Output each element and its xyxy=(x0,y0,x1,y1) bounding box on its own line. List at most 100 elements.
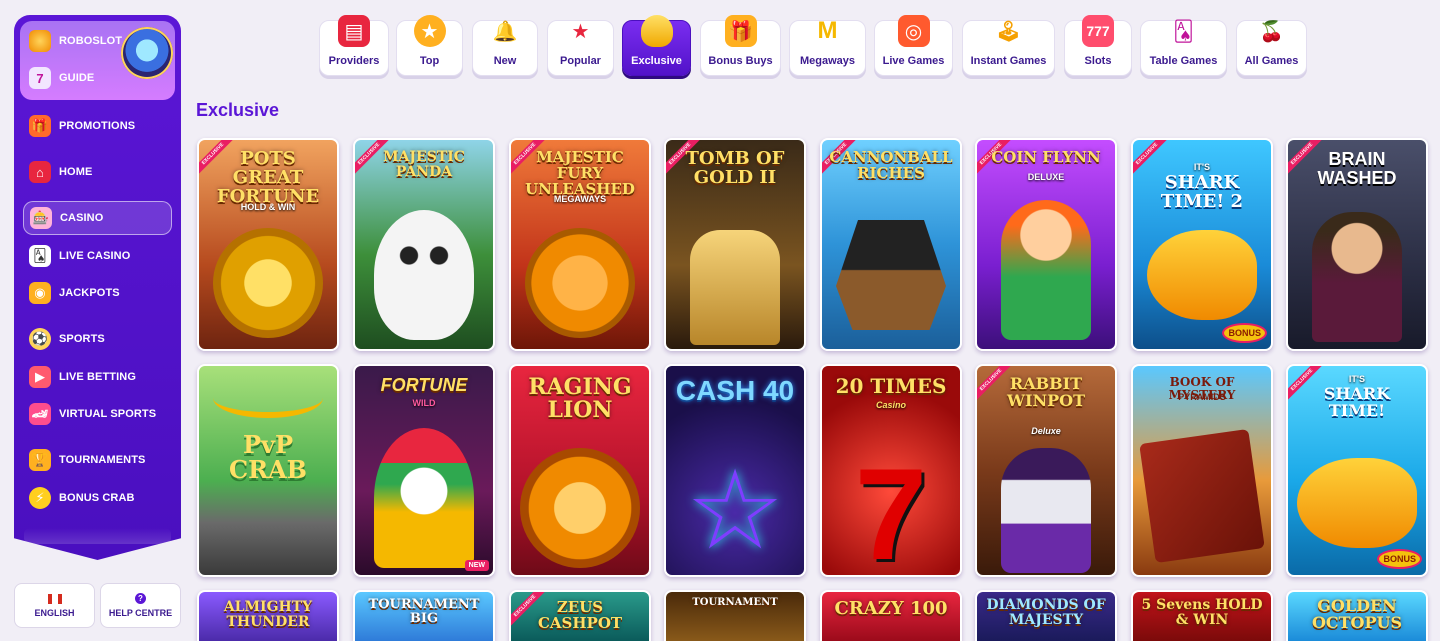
sidebar-item-promotions[interactable]: 🎁 PROMOTIONS xyxy=(23,109,172,143)
tab-exclusive[interactable]: Exclusive xyxy=(622,15,691,76)
live-tv-icon: ▶ xyxy=(29,366,51,388)
sidebar-item-label: TOURNAMENTS xyxy=(59,454,146,466)
game-tile[interactable]: TOURNAMENT xyxy=(664,590,806,641)
sidebar-item-label: SPORTS xyxy=(59,333,105,345)
game-tile[interactable]: EXCLUSIVE ZEUS CASHPOT xyxy=(509,590,651,641)
game-title: PvP CRAB xyxy=(229,430,307,485)
home-icon: ⌂ xyxy=(29,161,51,183)
virtual-sports-icon: 🏎 xyxy=(29,403,51,425)
lion-coin-icon xyxy=(525,228,635,338)
sidebar-item-label: GUIDE xyxy=(59,72,95,84)
providers-icon: ▤ xyxy=(338,15,370,47)
tab-label: Popular xyxy=(560,55,601,67)
game-tile[interactable]: EXCLUSIVE BRAIN WASHED xyxy=(1286,138,1428,351)
game-tile[interactable]: FORTUNE WILD NEW xyxy=(353,364,495,577)
sidebar-item-roboslot[interactable]: ROBOSLOT xyxy=(23,24,172,58)
game-tile[interactable]: DIAMONDS OF MAJESTY xyxy=(975,590,1117,641)
game-tile[interactable]: GOLDEN OCTOPUS xyxy=(1286,590,1428,641)
game-tile[interactable]: TOURNAMENT BIG xyxy=(353,590,495,641)
tab-live-games[interactable]: ◎ Live Games xyxy=(874,15,953,76)
tab-all-games[interactable]: 🍒 All Games xyxy=(1236,20,1307,76)
tab-megaways[interactable]: M Megaways xyxy=(789,17,866,76)
game-tile[interactable]: PvP CRAB xyxy=(197,364,339,577)
sidebar-item-live-betting[interactable]: ▶ LIVE BETTING xyxy=(23,360,172,394)
game-tile[interactable]: EXCLUSIVE POTS GREAT FORTUNE HOLD & WIN xyxy=(197,138,339,351)
game-tile[interactable]: EXCLUSIVE RABBIT WINPOT Deluxe xyxy=(975,364,1117,577)
game-tile[interactable]: BOOK OF MYSTERY PYRAMIDS xyxy=(1131,364,1273,577)
sidebar-item-virtual-sports[interactable]: 🏎 VIRTUAL SPORTS xyxy=(23,397,172,431)
game-subtitle: WILD xyxy=(412,398,436,408)
megaways-icon: M xyxy=(817,17,838,44)
table-chips-icon: 🂡 xyxy=(1173,20,1194,43)
game-tile[interactable]: EXCLUSIVE TOMB OF GOLD II xyxy=(664,138,806,351)
tab-table-games[interactable]: 🂡 Table Games xyxy=(1140,20,1227,76)
star-icon: ★ xyxy=(571,20,590,43)
tab-new[interactable]: 🔔 New xyxy=(472,20,538,76)
shark-icon xyxy=(1147,230,1257,320)
game-subtitle: HOLD & WIN xyxy=(240,202,296,212)
tab-label: Slots xyxy=(1084,55,1112,67)
sidebar-item-bonus-crab[interactable]: ⚡ BONUS CRAB xyxy=(23,481,172,515)
sidebar-item-label: VIRTUAL SPORTS xyxy=(59,408,157,420)
game-subtitle: IT'S xyxy=(1348,374,1366,384)
game-tile[interactable]: EXCLUSIVE COIN FLYNN DELUXE xyxy=(975,138,1117,351)
neon-star-icon: ☆ xyxy=(685,449,785,572)
tab-bonus-buys[interactable]: 🎁 Bonus Buys xyxy=(700,15,781,76)
pirate-ship-icon xyxy=(836,220,946,330)
game-tile[interactable]: EXCLUSIVE MAJESTIC PANDA xyxy=(353,138,495,351)
sidebar-item-guide[interactable]: 7 GUIDE xyxy=(23,61,172,95)
sidebar-item-home[interactable]: ⌂ HOME xyxy=(23,155,172,189)
game-title: RABBIT WINPOT xyxy=(1007,374,1085,410)
sidebar-item-label: LIVE BETTING xyxy=(59,371,136,383)
help-label: HELP CENTRE xyxy=(108,608,173,618)
tab-label: All Games xyxy=(1244,55,1299,67)
game-title: TOURNAMENT xyxy=(692,597,778,608)
sidebar-item-jackpots[interactable]: ◉ JACKPOTS xyxy=(23,276,172,310)
tab-providers[interactable]: ▤ Providers xyxy=(319,15,389,76)
game-subtitle: PYRAMIDS xyxy=(1178,392,1226,402)
game-title: SHARK TIME! 2 xyxy=(1160,172,1244,212)
game-tile[interactable]: 20 TIMES Casino 7 xyxy=(820,364,962,577)
game-tile[interactable]: 5 Sevens HOLD & WIN xyxy=(1131,590,1273,641)
tab-label: Megaways xyxy=(799,55,856,67)
sidebar-item-label: HOME xyxy=(59,166,93,178)
game-tile[interactable]: CASH 40 ☆ xyxy=(664,364,806,577)
game-title: BRAIN WASHED xyxy=(1317,149,1397,188)
game-tile[interactable]: CRAZY 100 xyxy=(820,590,962,641)
man-portrait-icon xyxy=(1312,212,1402,342)
game-tile[interactable]: ALMIGHTY THUNDER xyxy=(197,590,339,641)
tab-instant-games[interactable]: 🕹 Instant Games xyxy=(962,20,1055,76)
bonus-badge: BONUS xyxy=(1377,549,1422,569)
rabbit-magician-icon xyxy=(1001,448,1091,573)
game-tile[interactable]: EXCLUSIVE IT'S SHARK TIME! 2 BONUS xyxy=(1131,138,1273,351)
language-button[interactable]: ENGLISH xyxy=(14,583,95,628)
tab-popular[interactable]: ★ Popular xyxy=(547,20,614,76)
game-title: MAJESTIC FURY UNLEASHED xyxy=(525,148,635,198)
sidebar-item-casino[interactable]: 🎰 CASINO xyxy=(23,201,172,235)
tab-slots[interactable]: 777 Slots xyxy=(1064,15,1132,76)
sidebar-item-label: PROMOTIONS xyxy=(59,120,136,132)
game-title: MAJESTIC PANDA xyxy=(383,149,465,180)
help-centre-button[interactable]: ? HELP CENTRE xyxy=(100,583,181,628)
tab-top[interactable]: ★ Top xyxy=(396,15,463,76)
cherries-icon: 🍒 xyxy=(1259,20,1284,43)
sidebar-scroll-fade xyxy=(24,528,171,544)
game-tile[interactable]: RAGING LION xyxy=(509,364,651,577)
live-camera-icon: ◎ xyxy=(897,15,930,47)
game-tile[interactable]: EXCLUSIVE CANNONBALL RICHES xyxy=(820,138,962,351)
new-badge: NEW xyxy=(464,560,489,571)
sidebar-item-sports[interactable]: ⚽ SPORTS xyxy=(23,322,172,356)
gold-bar-icon xyxy=(640,15,673,47)
game-tile[interactable]: EXCLUSIVE MAJESTIC FURY UNLEASHED MEGAWA… xyxy=(509,138,651,351)
bonus-badge: BONUS xyxy=(1222,323,1267,343)
tab-label: Bonus Buys xyxy=(708,55,773,67)
help-icon: ? xyxy=(135,593,146,604)
game-tile[interactable]: EXCLUSIVE IT'S SHARK TIME! BONUS xyxy=(1286,364,1428,577)
sidebar-item-live-casino[interactable]: 🂡 LIVE CASINO xyxy=(23,239,172,273)
game-subtitle: MEGAWAYS xyxy=(553,194,607,204)
trophy-icon: 🏆 xyxy=(29,449,51,471)
gift-box-icon: 🎁 xyxy=(724,15,757,47)
sidebar-item-tournaments[interactable]: 🏆 TOURNAMENTS xyxy=(23,443,172,477)
game-title: GOLDEN OCTOPUS xyxy=(1311,596,1403,632)
game-title: 20 TIMES xyxy=(835,374,947,398)
